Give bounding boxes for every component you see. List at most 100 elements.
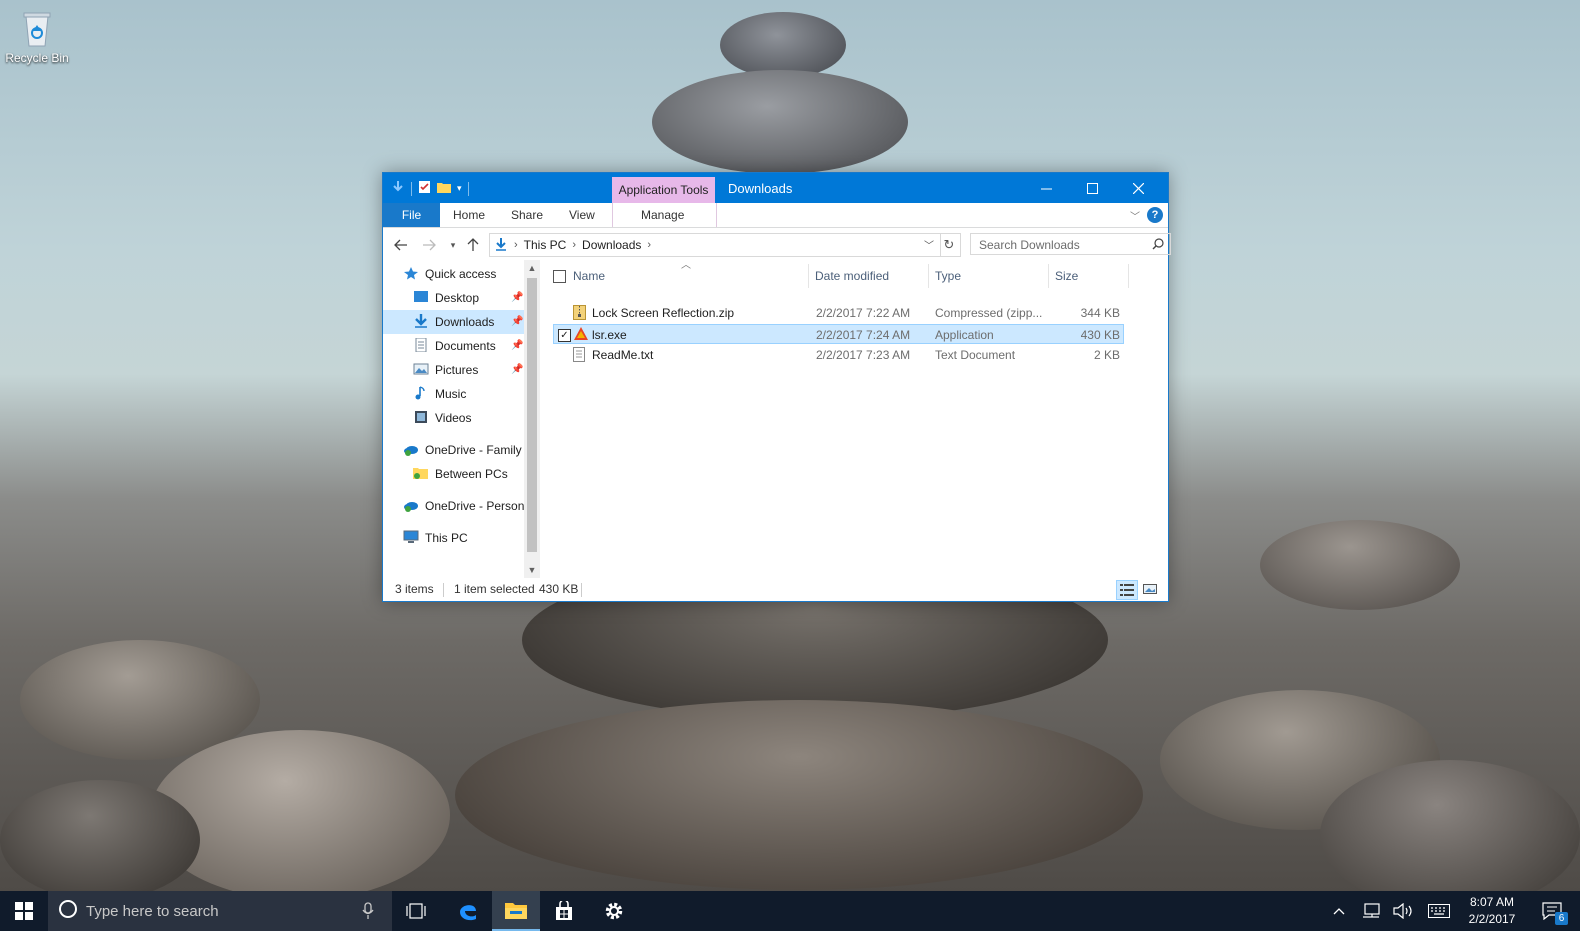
store-button[interactable] [540,891,588,931]
star-icon [403,264,419,280]
network-button[interactable] [1356,891,1386,931]
pin-icon: 📌 [511,364,524,375]
address-bar[interactable]: › This PC › Downloads › ﹀ [489,233,941,257]
scrollbar-thumb[interactable] [527,278,537,552]
expand-ribbon-icon[interactable]: ﹀ [1130,208,1140,223]
close-button[interactable] [1115,173,1161,203]
start-button[interactable] [0,891,48,931]
nav-item-between-pcs[interactable]: Between PCs [383,462,524,486]
file-row[interactable]: ReadMe.txt 2/2/2017 7:23 AM Text Documen… [553,345,1124,365]
taskbar-clock[interactable]: 8:07 AM 2/2/2017 [1462,894,1522,928]
nav-pane-scrollbar[interactable]: ▲ ▼ [524,260,540,578]
recent-locations-button[interactable]: ▾ [443,235,463,255]
breadcrumb-this-pc[interactable]: This PC [524,238,567,252]
nav-onedrive-family[interactable]: OneDrive - Family [383,438,524,462]
nav-item-downloads[interactable]: Downloads 📌 [383,310,524,334]
window-body: Quick access Desktop 📌 Downloads 📌 Docum… [383,260,1168,578]
settings-button[interactable] [590,891,638,931]
show-hidden-icons-button[interactable] [1326,891,1352,931]
details-view-icon [1120,584,1134,596]
breadcrumb-chevron[interactable]: › [647,239,651,251]
quick-access-toolbar: ▾ [391,180,469,197]
search-input[interactable]: Search Downloads [970,233,1171,255]
file-date: 2/2/2017 7:24 AM [816,328,911,342]
column-header-name[interactable]: Name [567,264,809,288]
scroll-down-arrow[interactable]: ▼ [524,565,540,575]
tab-view[interactable]: View [559,203,605,227]
tab-manage[interactable]: Manage [631,203,694,227]
search-placeholder: Search Downloads [979,238,1080,252]
file-row[interactable]: Lock Screen Reflection.zip 2/2/2017 7:22… [553,303,1124,323]
nav-label: Between PCs [435,467,508,481]
title-bar[interactable]: ▾ Application Tools Downloads [383,173,1168,203]
file-explorer-icon [505,903,527,919]
up-button[interactable] [463,235,483,255]
column-header-date-modified[interactable]: Date modified [809,264,929,288]
file-date: 2/2/2017 7:23 AM [816,348,911,362]
column-header-type[interactable]: Type [929,264,1049,288]
application-tools-tab[interactable]: Application Tools [612,177,715,203]
back-button[interactable] [391,235,411,255]
file-explorer-window[interactable]: ▾ Application Tools Downloads File Home … [382,172,1171,602]
status-item-count: 3 items [395,582,434,596]
tab-home[interactable]: Home [443,203,495,227]
app-warning-icon [573,326,589,347]
nav-label: Pictures [435,363,479,377]
task-view-icon [406,903,426,919]
refresh-button[interactable]: ↻ [938,233,961,257]
help-icon[interactable]: ? [1147,207,1163,223]
forward-button[interactable] [419,235,439,255]
minimize-button[interactable] [1023,173,1069,203]
window-title: Downloads [728,181,793,196]
nav-item-documents[interactable]: Documents 📌 [383,334,524,358]
tab-file[interactable]: File [383,203,440,227]
status-separator [443,583,444,597]
volume-button[interactable] [1388,891,1418,931]
large-icons-view-button[interactable] [1140,580,1160,598]
gear-icon [605,902,623,920]
action-center-button[interactable]: 6 [1530,891,1574,931]
breadcrumb-chevron[interactable]: › [514,239,518,251]
nav-item-pictures[interactable]: Pictures 📌 [383,358,524,382]
keyboard-icon [1428,904,1450,918]
breadcrumb-downloads[interactable]: Downloads [582,238,641,252]
nav-item-music[interactable]: Music [383,382,524,406]
tab-share[interactable]: Share [501,203,553,227]
taskbar: Type here to search 8:07 AM 2/2/2017 6 [0,891,1580,931]
address-history-icon[interactable]: ﹀ [924,237,934,252]
file-size: 430 KB [1080,328,1120,342]
onedrive-icon [403,440,419,456]
file-explorer-taskbar-button[interactable] [492,891,540,931]
scroll-up-arrow[interactable]: ▲ [524,263,540,273]
customize-qat-icon[interactable]: ▾ [457,183,462,194]
task-view-button[interactable] [392,891,440,931]
touch-keyboard-button[interactable] [1422,891,1456,931]
nav-item-videos[interactable]: Videos [383,406,524,430]
synced-folder-icon [413,464,429,479]
recycle-bin-shortcut[interactable]: Recycle Bin [4,8,70,65]
breadcrumb-chevron[interactable]: › [572,239,576,251]
column-header-size[interactable]: Size [1049,264,1129,288]
details-view-button[interactable] [1116,580,1138,600]
taskbar-search-box[interactable]: Type here to search [48,891,392,931]
nav-label: OneDrive - Family [425,443,522,457]
file-list[interactable]: ︿ Name Date modified Type Size Lock Scre… [553,260,1168,578]
nav-item-desktop[interactable]: Desktop 📌 [383,286,524,310]
network-icon [1363,903,1380,918]
nav-onedrive-personal[interactable]: OneDrive - Personal [383,494,524,518]
file-row[interactable]: ✓ lsr.exe 2/2/2017 7:24 AM Application 4… [553,324,1124,344]
maximize-button[interactable] [1069,173,1115,203]
ribbon-tabs: File Home Share View Manage ﹀ ? [383,203,1168,228]
new-folder-icon[interactable] [437,181,451,196]
microphone-icon[interactable] [362,902,374,924]
windows-logo-icon [15,902,33,920]
edge-browser-button[interactable] [444,891,492,931]
navigation-pane[interactable]: Quick access Desktop 📌 Downloads 📌 Docum… [383,260,524,578]
notification-count-badge: 6 [1555,912,1568,925]
row-checkbox[interactable]: ✓ [558,329,571,342]
select-all-checkbox[interactable] [553,270,566,283]
zip-folder-icon [573,305,586,326]
nav-quick-access[interactable]: Quick access [383,262,524,286]
properties-icon[interactable] [418,180,431,197]
nav-this-pc[interactable]: This PC [383,526,524,550]
